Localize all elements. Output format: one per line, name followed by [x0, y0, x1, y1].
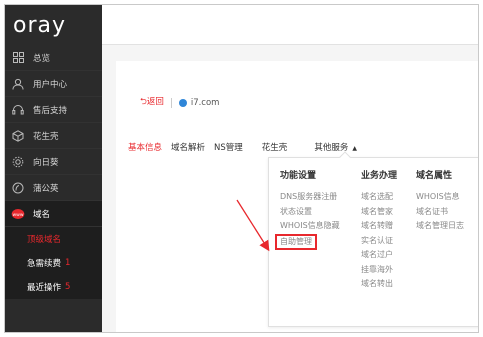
dropdown-column-business: 业务办理 域名选配 域名管家 域名转赠 实名认证 域名过户 挂靠海外 域名转出 [361, 168, 397, 292]
menu-item-self-management[interactable]: 自助管理 [275, 233, 317, 250]
window: oray 总览 用户中心 售后支持 花生壳 向日葵 蒲公英 www 域名 顶级域… [4, 4, 479, 333]
submenu-item-renewal-needed[interactable]: 急需续费 1 [5, 251, 102, 275]
dropdown-column-properties: 域名属性 WHOIS信息 域名证书 域名管理日志 [416, 168, 464, 234]
column-title: 功能设置 [280, 171, 317, 181]
sidebar-item-dandelion[interactable]: 蒲公英 [5, 175, 102, 201]
sidebar-item-overview[interactable]: 总览 [5, 45, 102, 71]
oray-logo[interactable]: oray [5, 5, 102, 45]
sidebar: oray 总览 用户中心 售后支持 花生壳 向日葵 蒲公英 www 域名 顶级域… [5, 5, 102, 332]
domain-panel: ⮌返回 i7.com 基本信息 域名解析 NS管理 花生壳 其他服务 ▲ 功能设置… [116, 61, 478, 332]
menu-item-domain-steward[interactable]: 域名管家 [361, 205, 397, 220]
menu-item-domain-selection[interactable]: 域名选配 [361, 190, 397, 205]
sidebar-item-label: 向日葵 [33, 157, 59, 168]
count-badge: 5 [65, 282, 71, 292]
sidebar-item-label: 花生壳 [33, 131, 59, 142]
sidebar-nav: 总览 用户中心 售后支持 花生壳 向日葵 蒲公英 www 域名 [5, 45, 102, 227]
submenu-item-recent-operations[interactable]: 最近操作 5 [5, 275, 102, 299]
cube-icon [11, 129, 25, 143]
divider [170, 97, 172, 108]
menu-item-whois-privacy[interactable]: WHOIS信息隐藏 [280, 219, 340, 234]
back-arrow-icon: ⮌ [140, 97, 147, 107]
sidebar-item-domain[interactable]: www 域名 [5, 201, 102, 227]
dropdown-column-settings: 功能设置 DNS服务器注册 状态设置 WHOIS信息隐藏 自助管理 [275, 168, 340, 250]
domain-icon: www [11, 207, 25, 221]
tab-dns-resolution[interactable]: 域名解析 [171, 141, 205, 153]
tab-peanut-shell[interactable]: 花生壳 [262, 141, 288, 153]
tab-bar: 基本信息 域名解析 NS管理 花生壳 其他服务 ▲ [128, 141, 366, 153]
menu-item-domain-transfer-owner[interactable]: 域名过户 [361, 248, 397, 263]
sidebar-item-label: 总览 [33, 53, 51, 64]
sidebar-item-label: 域名 [33, 209, 51, 220]
column-title: 域名属性 [416, 171, 453, 181]
grid-icon [11, 51, 25, 65]
dandelion-icon [11, 181, 25, 195]
back-link[interactable]: ⮌返回 [140, 95, 164, 110]
menu-item-overseas-hosting[interactable]: 挂靠海外 [361, 263, 397, 278]
back-label: 返回 [146, 97, 164, 107]
domain-submenu: 顶级域名 急需续费 1 最近操作 5 [5, 227, 102, 299]
breadcrumb: ⮌返回 i7.com [140, 95, 219, 110]
submenu-item-top-level-domains[interactable]: 顶级域名 [5, 227, 102, 251]
caret-up-icon: ▲ [352, 145, 357, 152]
main-area: ⮌返回 i7.com 基本信息 域名解析 NS管理 花生壳 其他服务 ▲ 功能设置… [102, 5, 478, 332]
sidebar-item-label: 蒲公英 [33, 183, 59, 194]
count-badge: 1 [65, 258, 71, 268]
sunflower-icon [11, 155, 25, 169]
dropdown-notch [339, 151, 351, 163]
user-icon [11, 77, 25, 91]
sidebar-item-support[interactable]: 售后支持 [5, 97, 102, 123]
sidebar-item-user-center[interactable]: 用户中心 [5, 71, 102, 97]
menu-item-domain-gift[interactable]: 域名转赠 [361, 219, 397, 234]
menu-item-domain-log[interactable]: 域名管理日志 [416, 219, 464, 234]
submenu-item-label: 急需续费 [27, 259, 62, 269]
menu-item-domain-transfer-out[interactable]: 域名转出 [361, 277, 397, 292]
top-bar [102, 5, 478, 45]
sidebar-item-peanut-shell[interactable]: 花生壳 [5, 123, 102, 149]
sidebar-item-label: 售后支持 [33, 105, 68, 116]
tab-basic-info[interactable]: 基本信息 [128, 141, 162, 153]
menu-item-domain-certificate[interactable]: 域名证书 [416, 205, 464, 220]
menu-item-status-settings[interactable]: 状态设置 [280, 205, 340, 220]
tab-ns-management[interactable]: NS管理 [214, 141, 243, 153]
domain-name: i7.com [190, 97, 220, 108]
menu-item-real-name-auth[interactable]: 实名认证 [361, 234, 397, 249]
globe-icon [178, 98, 187, 107]
menu-item-whois-info[interactable]: WHOIS信息 [416, 190, 464, 205]
column-title: 业务办理 [361, 171, 398, 181]
other-services-dropdown: 功能设置 DNS服务器注册 状态设置 WHOIS信息隐藏 自助管理 业务办理 域… [268, 151, 478, 327]
submenu-item-label: 顶级域名 [27, 235, 62, 245]
menu-item-dns-server-registration[interactable]: DNS服务器注册 [280, 190, 340, 205]
sidebar-item-label: 用户中心 [33, 79, 68, 90]
headset-icon [11, 103, 25, 117]
submenu-item-label: 最近操作 [27, 283, 62, 293]
svg-text:www: www [12, 213, 23, 218]
tab-other-services[interactable]: 其他服务 ▲ [314, 141, 357, 153]
sidebar-item-sunflower[interactable]: 向日葵 [5, 149, 102, 175]
